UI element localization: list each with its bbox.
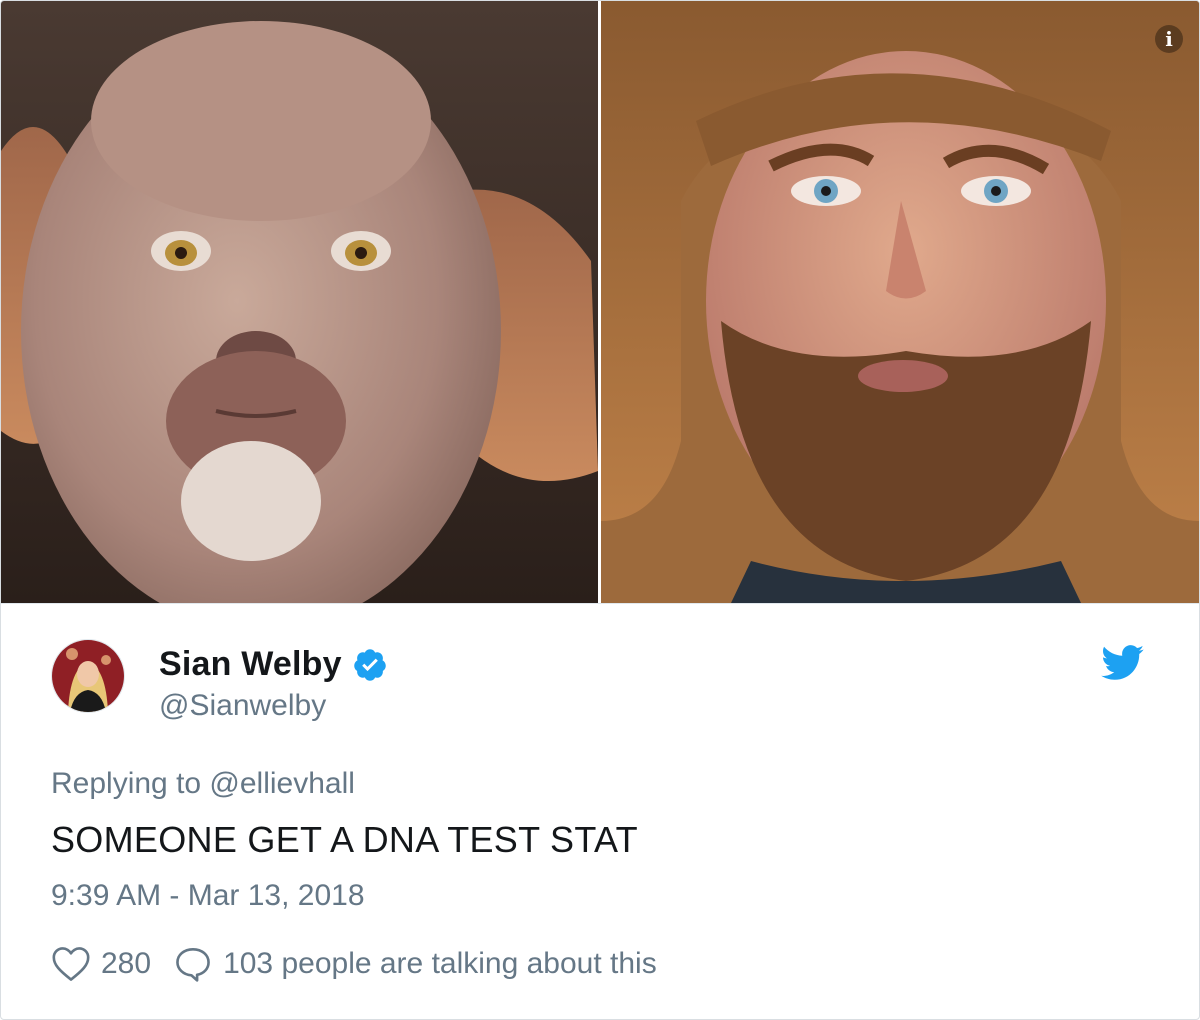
media-divider-line <box>1 603 1199 604</box>
tweet-header: Sian Welby @Sianwelby <box>51 639 1151 729</box>
reply-conversation-link[interactable]: 103 people are talking about this <box>173 946 657 982</box>
twitter-bird-icon[interactable] <box>1101 645 1145 681</box>
heart-icon <box>52 947 90 981</box>
tweet-text: SOMEONE GET A DNA TEST STAT <box>51 819 638 860</box>
tweet-actions: 280 103 people are talking about this <box>51 946 657 982</box>
speech-bubble-icon <box>176 947 210 982</box>
tweet-timestamp[interactable]: 9:39 AM - Mar 13, 2018 <box>51 879 365 913</box>
like-button[interactable]: 280 <box>51 946 173 982</box>
author-name-row[interactable]: Sian Welby <box>159 645 388 684</box>
talking-about-text: 103 people are talking about this <box>223 947 657 980</box>
author-handle[interactable]: @Sianwelby <box>159 689 326 723</box>
author-name[interactable]: Sian Welby <box>159 645 342 684</box>
replying-to[interactable]: Replying to @ellievhall <box>51 767 355 801</box>
bearded-man-photo[interactable] <box>601 1 1199 603</box>
dog-photo[interactable] <box>1 1 598 603</box>
like-count: 280 <box>101 947 152 980</box>
verified-badge-icon <box>354 648 386 681</box>
avatar[interactable] <box>51 639 125 713</box>
info-icon[interactable]: i <box>1155 25 1183 53</box>
tweet-media[interactable]: i <box>1 1 1199 603</box>
tweet-embed: i Sian Welby @Sianwelby Replying to @ell… <box>0 0 1200 1020</box>
